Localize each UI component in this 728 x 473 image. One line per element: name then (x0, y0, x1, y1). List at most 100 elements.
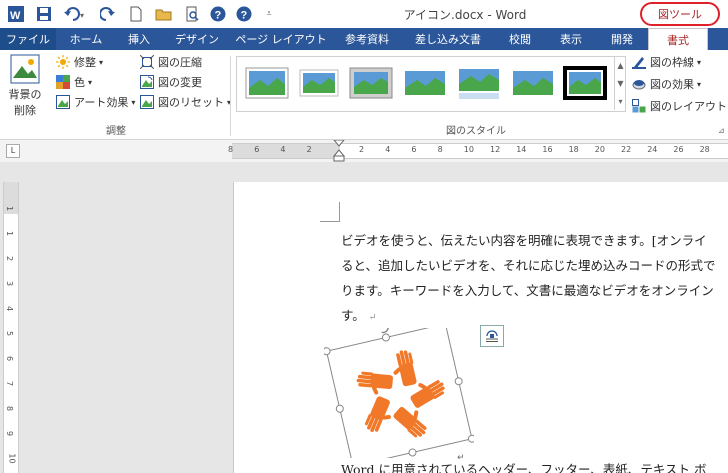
undo-icon[interactable]: ▾ (62, 4, 90, 24)
document-page[interactable]: ビデオを使うと、伝えたい内容を明確に表現できます。[オンライ ると、追加したいビ… (233, 182, 728, 473)
corrections-button[interactable]: 修整 ▾ (56, 54, 103, 70)
ruler-margin-area (232, 144, 340, 158)
reset-picture-button[interactable]: 図のリセット ▾ (140, 94, 231, 110)
picture-style-2[interactable] (296, 64, 342, 102)
ruler-tick: 1 (5, 205, 15, 212)
ruler-tick: 10 (463, 145, 474, 154)
svg-text:?: ? (215, 10, 222, 22)
svg-text:?: ? (241, 10, 248, 22)
help-icon-2[interactable]: ? (234, 4, 254, 24)
paragraph-line-4[interactable]: す。 ↵ (341, 305, 376, 324)
tab-insert[interactable]: 挿入 (116, 28, 162, 50)
artistic-effects-label: アート効果 (74, 96, 129, 109)
change-picture-button[interactable]: 図の変更 (140, 74, 202, 90)
artistic-effects-icon (56, 95, 70, 109)
picture-style-4[interactable] (402, 64, 448, 102)
reset-picture-label: 図のリセット (158, 96, 224, 109)
ruler-tick: 12 (490, 145, 501, 154)
change-picture-icon (140, 75, 154, 89)
remove-background-icon (10, 54, 40, 84)
help-icon[interactable]: ? (208, 4, 228, 24)
tab-home[interactable]: ホーム (60, 28, 112, 50)
gallery-scroll-up-icon[interactable]: ▲ (614, 56, 626, 74)
ruler-tick: 2 (5, 255, 15, 262)
picture-border-button[interactable]: 図の枠線 ▾ (632, 54, 701, 70)
ruler-tick: 10 (7, 453, 17, 464)
paragraph-line-4-text: す。 (341, 308, 365, 323)
picture-style-7-selected[interactable] (562, 64, 608, 102)
redo-icon[interactable] (98, 4, 118, 24)
dropdown-arrow-icon: ▾ (697, 57, 702, 67)
dialog-launcher-icon[interactable]: ⊿ (718, 126, 725, 135)
open-folder-icon[interactable] (154, 4, 174, 24)
tab-format[interactable]: 書式 (648, 28, 708, 50)
tab-developer[interactable]: 開発 (600, 28, 644, 50)
picture-style-3[interactable] (348, 64, 394, 102)
ruler-tick: 8 (437, 145, 443, 154)
color-button[interactable]: 色 ▾ (56, 74, 92, 90)
pen-icon (632, 57, 646, 69)
picture-style-1[interactable] (244, 64, 290, 102)
return-mark: ↵ (368, 313, 377, 323)
word-logo-icon[interactable]: W (6, 4, 26, 24)
ruler-tick: 22 (621, 145, 632, 154)
sun-icon (56, 55, 70, 69)
ruler-tick: 2 (359, 145, 365, 154)
picture-style-6[interactable] (510, 64, 556, 102)
remove-background-label-2: 削除 (14, 104, 36, 117)
color-label: 色 (74, 76, 85, 89)
ruler-tick: 4 (5, 305, 15, 312)
ruler-tick: 6 (254, 145, 260, 154)
document-title: アイコン.docx - Word (403, 8, 527, 22)
margin-corner-mark (320, 202, 340, 222)
picture-layout-button[interactable]: 図のレイアウト▾ (632, 98, 728, 114)
tab-mailings[interactable]: 差し込み文書 (404, 28, 492, 50)
picture-tools-label: 図ツール (640, 2, 720, 26)
ruler-tick: 1 (5, 230, 15, 237)
ruler-tick: 3 (5, 280, 15, 287)
artistic-effects-button[interactable]: アート効果 ▾ (56, 94, 135, 110)
tab-file[interactable]: ファイル (0, 28, 56, 50)
picture-styles-group-label: 図のスタイル (446, 126, 506, 137)
gallery-more-icon[interactable]: ▾ (614, 92, 626, 110)
horizontal-ruler[interactable]: 8 6 4 2 2 4 6 8 10 12 14 16 18 20 22 24 26 28 (228, 140, 728, 162)
new-doc-icon[interactable] (126, 4, 146, 24)
ruler-tick: 5 (5, 330, 15, 337)
gallery-scroll-down-icon[interactable]: ▼ (614, 74, 626, 92)
tab-selector[interactable]: L (6, 144, 20, 158)
paragraph-line-2[interactable]: ると、追加したいビデオを、それに応じた埋め込みコードの形式で (341, 255, 716, 274)
ruler-tick: 16 (542, 145, 553, 154)
ruler-tick: 9 (5, 430, 15, 437)
reset-picture-icon (140, 95, 154, 109)
tab-references[interactable]: 参考資料 (336, 28, 398, 50)
paragraph-line-3[interactable]: ります。キーワードを入力して、文書に最適なビデオをオンライン (341, 280, 714, 299)
ruler-tick: 26 (673, 145, 684, 154)
remove-background-button[interactable]: 背景の 削除 (4, 54, 46, 118)
customize-icon[interactable]: ⩡ (262, 4, 276, 24)
hands-circle-image (356, 350, 445, 438)
dropdown-arrow-icon: ▾ (697, 79, 702, 89)
ruler-tick: 20 (594, 145, 605, 154)
selected-picture[interactable] (324, 328, 474, 458)
ribbon-body: 背景の 削除 修整 ▾ 色 ▾ アート効果 ▾ 図の圧縮 図の変更 図のリセット ▾ 調… (0, 50, 728, 140)
compress-pictures-button[interactable]: 図の圧縮 (140, 54, 202, 70)
group-divider (230, 56, 231, 136)
ruler-tick: 7 (5, 380, 15, 387)
layout-options-button[interactable] (480, 325, 504, 347)
paragraph-line-5[interactable]: Word に用意されているヘッダー、フッター、表紙、テキスト ボ (341, 459, 706, 473)
print-preview-icon[interactable] (182, 4, 202, 24)
picture-effects-button[interactable]: 図の効果 ▾ (632, 76, 701, 92)
tab-view[interactable]: 表示 (548, 28, 594, 50)
tab-review[interactable]: 校閲 (498, 28, 542, 50)
ruler-tick: 14 (516, 145, 527, 154)
color-palette-icon (56, 75, 70, 89)
compress-pictures-label: 図の圧縮 (158, 56, 202, 69)
indent-marker-icon[interactable] (332, 140, 346, 162)
vertical-ruler[interactable]: 1 1 2 3 4 5 6 7 8 9 10 (3, 182, 19, 473)
picture-style-5[interactable] (456, 64, 502, 102)
corrections-label: 修整 (74, 56, 96, 69)
tab-page-layout[interactable]: ページ レイアウト (232, 28, 330, 50)
save-icon[interactable] (34, 4, 54, 24)
paragraph-line-1[interactable]: ビデオを使うと、伝えたい内容を明確に表現できます。[オンライ (341, 230, 707, 249)
tab-design[interactable]: デザイン (168, 28, 226, 50)
